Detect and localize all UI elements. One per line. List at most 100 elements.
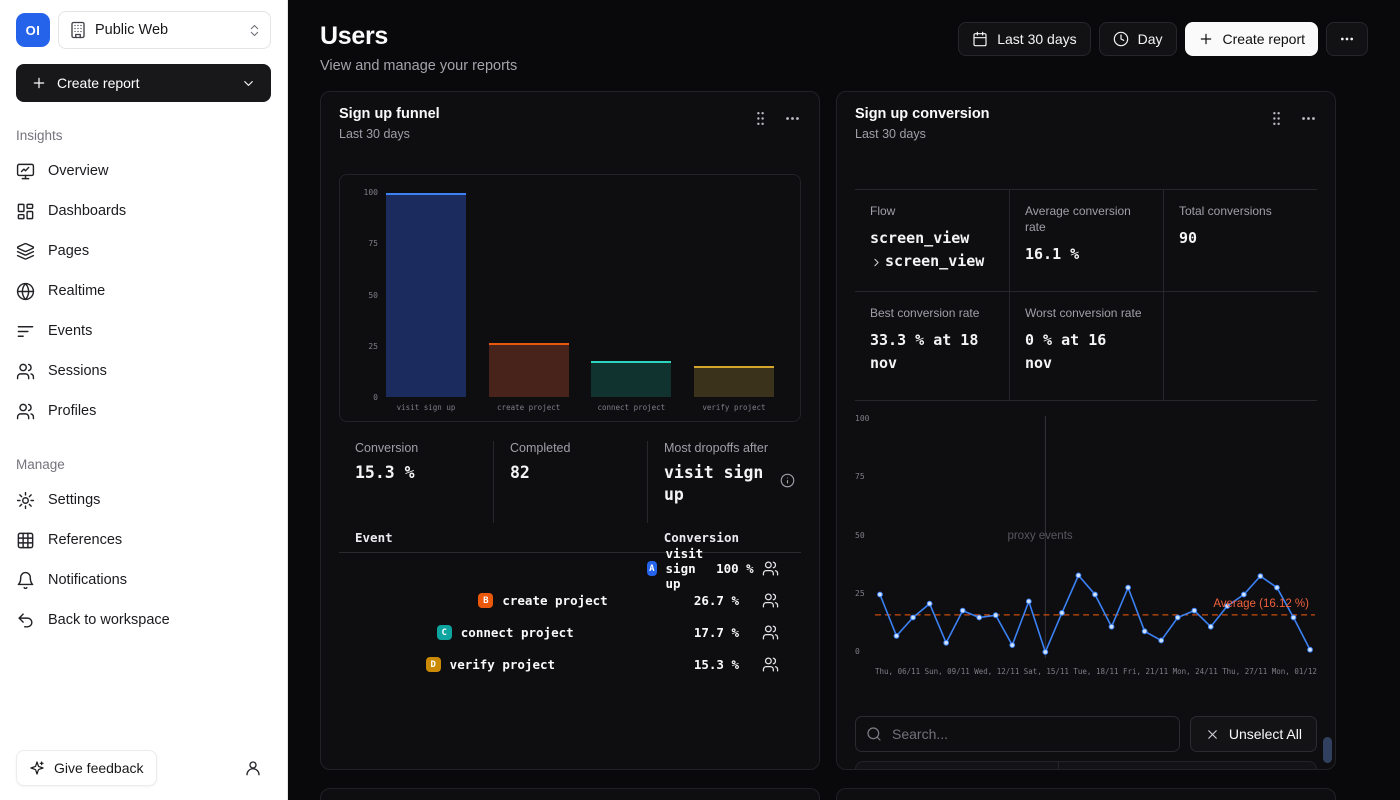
stat-average-rate: Average conversion rate 16.1 % [1009, 190, 1163, 291]
pages-icon [16, 242, 35, 261]
app-logo[interactable]: OI [16, 13, 50, 47]
funnel-table-row[interactable]: Avisit sign up100 % [339, 553, 801, 585]
column-header-event: Event [355, 530, 659, 545]
event-conversion-value: 26.7 % [659, 593, 739, 608]
funnel-bar[interactable]: connect project [591, 193, 671, 397]
sidebar: OI Public Web Create report InsightsOver… [0, 0, 288, 800]
partial-events-table [855, 761, 1317, 770]
chevrons-up-down-icon [247, 23, 262, 38]
workspace-row: OI Public Web [0, 0, 287, 49]
stat-value: 0 % at 16 nov [1025, 329, 1135, 376]
sidebar-item-notifications[interactable]: Notifications [0, 560, 287, 600]
users-icon[interactable] [762, 592, 779, 609]
workspace-name: Public Web [95, 22, 239, 38]
event-step-badge: C [437, 625, 452, 640]
sidebar-item-pages[interactable]: Pages [0, 231, 287, 271]
y-tick-label: 50 [368, 291, 378, 300]
notifications-icon [16, 571, 35, 590]
sidebar-footer: Give feedback [0, 736, 287, 800]
drag-handle-icon[interactable] [1268, 110, 1285, 127]
sidebar-item-settings[interactable]: Settings [0, 480, 287, 520]
overview-icon [16, 162, 35, 181]
stat-label: Flow [870, 203, 994, 219]
partial-report-card [836, 788, 1336, 800]
funnel-bar[interactable]: verify project [694, 193, 774, 397]
sidebar-item-label: Notifications [48, 572, 127, 588]
funnel-bar-label: connect project [597, 403, 665, 412]
stat-label: Conversion [355, 441, 479, 455]
event-step-badge: B [478, 593, 493, 608]
card-subtitle: Last 30 days [339, 127, 440, 141]
x-tick-label: Wed, 12/11 [974, 667, 1019, 676]
profile-button[interactable] [235, 750, 271, 786]
sidebar-item-references[interactable]: References [0, 520, 287, 560]
workspace-selector[interactable]: Public Web [58, 11, 271, 49]
sidebar-item-label: Dashboards [48, 203, 126, 219]
sidebar-item-label: Events [48, 323, 92, 339]
users-icon[interactable] [762, 656, 779, 673]
funnel-table-row[interactable]: Bcreate project26.7 % [339, 585, 801, 617]
search-input[interactable] [855, 716, 1180, 752]
chevron-down-icon [241, 76, 256, 91]
card-tools [1268, 106, 1317, 141]
create-report-button[interactable]: Create report [1185, 22, 1318, 56]
x-tick-label: Thu, 06/11 [875, 667, 920, 676]
chevron-right-icon [870, 256, 883, 269]
card-subtitle: Last 30 days [855, 127, 990, 141]
funnel-table-row[interactable]: Dverify project15.3 % [339, 649, 801, 681]
sidebar-item-profiles[interactable]: Profiles [0, 391, 287, 431]
funnel-bar-label: visit sign up [397, 403, 456, 412]
page-title: Users [320, 22, 517, 51]
interval-button[interactable]: Day [1099, 22, 1177, 56]
profiles-icon [16, 402, 35, 421]
funnel-bar-rect [591, 361, 671, 397]
building-icon [69, 21, 87, 39]
event-step-badge: A [647, 561, 656, 576]
info-icon[interactable] [780, 473, 795, 488]
date-range-button[interactable]: Last 30 days [958, 22, 1090, 56]
funnel-table-row[interactable]: Cconnect project17.7 % [339, 617, 801, 649]
x-tick-label: Tue, 18/11 [1073, 667, 1118, 676]
conversion-controls: Unselect All [855, 716, 1317, 752]
more-options-button[interactable] [1326, 22, 1368, 56]
card-menu-icon[interactable] [1300, 110, 1317, 127]
funnel-report-card: Sign up funnel Last 30 days 1007550250 v… [320, 91, 820, 770]
funnel-bar-label: create project [497, 403, 560, 412]
sidebar-item-events[interactable]: Events [0, 311, 287, 351]
page-subtitle: View and manage your reports [320, 58, 517, 74]
give-feedback-label: Give feedback [54, 760, 144, 776]
sidebar-item-sessions[interactable]: Sessions [0, 351, 287, 391]
card-header: Sign up conversion Last 30 days [837, 92, 1335, 141]
y-tick-label: 75 [855, 472, 869, 481]
users-icon[interactable] [762, 560, 779, 577]
stat-completed: Completed 82 [493, 441, 647, 523]
card-scrollbar-thumb[interactable] [1323, 737, 1332, 763]
funnel-table: Event Conversion Avisit sign up100 %Bcre… [339, 523, 801, 681]
stat-value: visit sign up [664, 462, 774, 507]
sidebar-item-overview[interactable]: Overview [0, 151, 287, 191]
sidebar-item-back-to-workspace[interactable]: Back to workspace [0, 600, 287, 640]
sessions-icon [16, 362, 35, 381]
back-icon [16, 611, 35, 630]
average-label: Average (16.12 %) [1213, 598, 1309, 610]
y-tick-label: 25 [855, 589, 869, 598]
sidebar-item-dashboards[interactable]: Dashboards [0, 191, 287, 231]
sidebar-create-report-button[interactable]: Create report [16, 64, 271, 102]
card-menu-icon[interactable] [784, 110, 801, 127]
close-icon [1205, 727, 1220, 742]
search-icon [866, 726, 882, 742]
users-icon[interactable] [762, 624, 779, 641]
y-tick-label: 100 [855, 414, 869, 423]
card-tools [752, 106, 801, 141]
create-report-label: Create report [1223, 31, 1305, 47]
y-tick-label: 0 [855, 647, 869, 656]
unselect-all-button[interactable]: Unselect All [1190, 716, 1317, 752]
stat-label: Average conversion rate [1025, 203, 1148, 235]
funnel-bar[interactable]: visit sign up [386, 193, 466, 397]
y-tick-label: 25 [368, 342, 378, 351]
sidebar-item-realtime[interactable]: Realtime [0, 271, 287, 311]
give-feedback-button[interactable]: Give feedback [16, 750, 157, 786]
funnel-bar[interactable]: create project [489, 193, 569, 397]
drag-handle-icon[interactable] [752, 110, 769, 127]
stat-most-dropoffs: Most dropoffs after visit sign up [647, 441, 801, 523]
